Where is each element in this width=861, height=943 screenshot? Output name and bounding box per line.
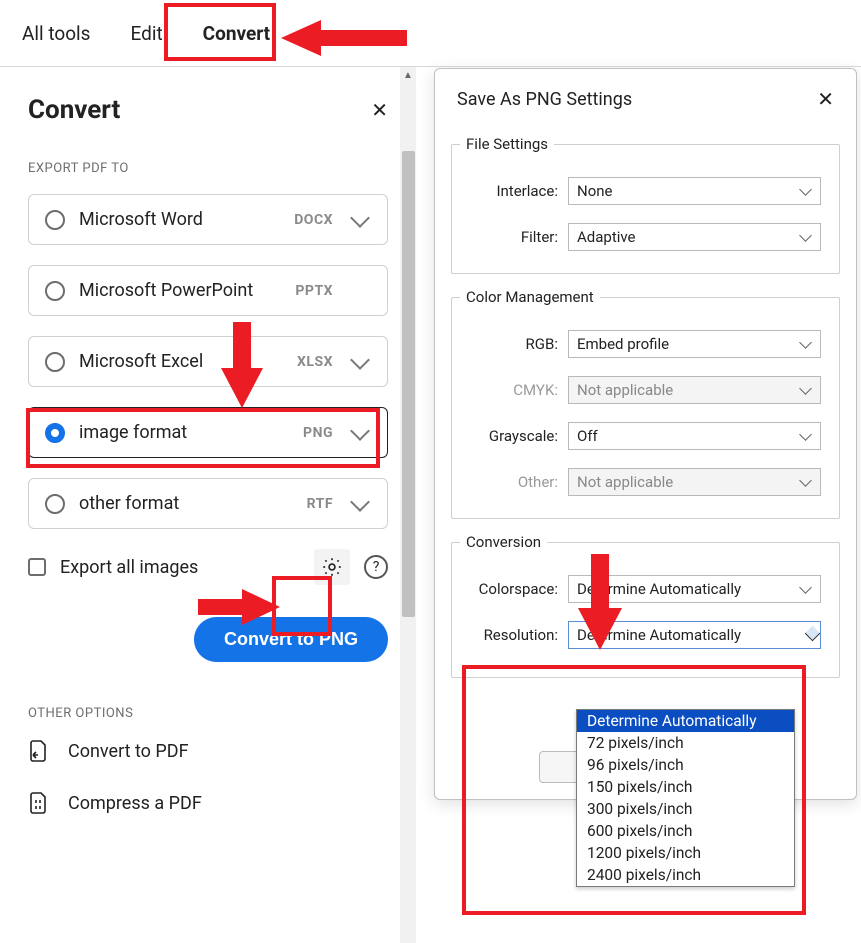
convert-panel: ▲ Convert ✕ EXPORT PDF TO Microsoft Word…: [0, 67, 416, 943]
colorspace-select[interactable]: Determine Automatically: [568, 575, 821, 603]
rgb-label: RGB:: [462, 335, 558, 353]
export-format-option[interactable]: Microsoft Word DOCX: [28, 194, 388, 245]
resolution-option[interactable]: 150 pixels/inch: [577, 776, 794, 798]
color-management-legend: Color Management: [460, 288, 600, 306]
top-menu-bar: All tools Edit Convert S: [0, 0, 861, 67]
other-color-select: Not applicable: [568, 468, 821, 496]
menu-sign-truncated[interactable]: S: [292, 14, 339, 53]
conversion-group: Conversion Colorspace: Determine Automat…: [451, 533, 840, 678]
export-all-images-checkbox[interactable]: [28, 558, 46, 576]
compress-pdf-icon: [28, 791, 50, 815]
cmyk-select: Not applicable: [568, 376, 821, 404]
resolution-option[interactable]: Determine Automatically: [577, 710, 794, 732]
grayscale-select[interactable]: Off: [568, 422, 821, 450]
other-color-label: Other:: [462, 473, 558, 491]
menu-edit[interactable]: Edit: [112, 14, 180, 53]
other-option-label: Convert to PDF: [68, 741, 189, 762]
export-format-option[interactable]: other format RTF: [28, 478, 388, 529]
resolution-option[interactable]: 72 pixels/inch: [577, 732, 794, 754]
chevron-down-icon: [805, 625, 821, 641]
resolution-option[interactable]: 600 pixels/inch: [577, 820, 794, 842]
chevron-down-icon: [350, 208, 370, 228]
other-options-label: OTHER OPTIONS: [28, 706, 388, 721]
menu-all-tools[interactable]: All tools: [4, 14, 108, 53]
export-all-images-label: Export all images: [60, 557, 198, 578]
interlace-select[interactable]: None: [568, 177, 821, 205]
chevron-down-icon: [799, 336, 812, 349]
help-icon[interactable]: ?: [364, 555, 388, 579]
format-label: Microsoft Word: [79, 209, 280, 230]
conversion-legend: Conversion: [460, 533, 547, 551]
chevron-down-icon: [799, 183, 812, 196]
other-option-compress-pdf[interactable]: Compress a PDF: [28, 791, 388, 815]
close-dialog-icon[interactable]: ✕: [817, 87, 834, 111]
chevron-down-icon: [799, 474, 812, 487]
resolution-option[interactable]: 300 pixels/inch: [577, 798, 794, 820]
format-label: Microsoft PowerPoint: [79, 280, 281, 301]
resolution-option[interactable]: 2400 pixels/inch: [577, 864, 794, 886]
convert-to-pdf-icon: [28, 739, 50, 763]
panel-title: Convert: [28, 95, 120, 125]
interlace-label: Interlace:: [462, 182, 558, 200]
chevron-down-icon: [350, 492, 370, 512]
save-as-png-settings-dialog: Save As PNG Settings ✕ File Settings Int…: [434, 68, 857, 800]
close-panel-icon[interactable]: ✕: [371, 98, 388, 122]
resolution-dropdown-list[interactable]: Determine Automatically72 pixels/inch96 …: [576, 709, 795, 887]
chevron-down-icon: [350, 350, 370, 370]
export-format-option[interactable]: Microsoft PowerPoint PPTX: [28, 265, 388, 316]
scroll-up-icon[interactable]: ▲: [400, 67, 416, 83]
resolution-option[interactable]: 96 pixels/inch: [577, 754, 794, 776]
scrollbar-track[interactable]: ▲: [400, 67, 416, 943]
grayscale-label: Grayscale:: [462, 427, 558, 445]
filter-select[interactable]: Adaptive: [568, 223, 821, 251]
convert-to-png-button[interactable]: Convert to PNG: [194, 617, 388, 662]
cmyk-label: CMYK:: [462, 381, 558, 399]
resolution-option[interactable]: 1200 pixels/inch: [577, 842, 794, 864]
chevron-down-icon: [799, 229, 812, 242]
dialog-title: Save As PNG Settings: [457, 89, 632, 110]
file-settings-legend: File Settings: [460, 135, 554, 153]
format-ext: PNG: [303, 425, 333, 441]
format-label: other format: [79, 493, 293, 514]
settings-gear-button[interactable]: [314, 549, 350, 585]
resolution-label: Resolution:: [462, 626, 558, 644]
scrollbar-thumb[interactable]: [402, 151, 415, 617]
format-ext: XLSX: [297, 354, 333, 370]
file-settings-group: File Settings Interlace: None Filter: Ad…: [451, 135, 840, 274]
colorspace-label: Colorspace:: [462, 580, 558, 598]
format-ext: PPTX: [295, 283, 333, 299]
format-label: image format: [79, 422, 289, 443]
filter-label: Filter:: [462, 228, 558, 246]
radio-icon: [45, 281, 65, 301]
color-management-group: Color Management RGB: Embed profile CMYK…: [451, 288, 840, 519]
chevron-down-icon: [350, 421, 370, 441]
radio-icon: [45, 494, 65, 514]
radio-icon: [45, 423, 65, 443]
other-option-convert-to-pdf[interactable]: Convert to PDF: [28, 739, 388, 763]
chevron-down-icon: [799, 428, 812, 441]
rgb-select[interactable]: Embed profile: [568, 330, 821, 358]
format-label: Microsoft Excel: [79, 351, 283, 372]
menu-convert[interactable]: Convert: [185, 14, 288, 53]
format-ext: RTF: [307, 496, 333, 512]
radio-icon: [45, 210, 65, 230]
other-option-label: Compress a PDF: [68, 793, 202, 814]
resolution-select[interactable]: Determine Automatically: [568, 621, 821, 649]
chevron-down-icon: [799, 581, 812, 594]
format-ext: DOCX: [294, 212, 333, 228]
radio-icon: [45, 352, 65, 372]
chevron-down-icon: [799, 382, 812, 395]
export-format-option[interactable]: Microsoft Excel XLSX: [28, 336, 388, 387]
export-pdf-to-label: EXPORT PDF TO: [28, 161, 388, 176]
gear-icon: [321, 556, 343, 578]
export-format-option[interactable]: image format PNG: [28, 407, 388, 458]
